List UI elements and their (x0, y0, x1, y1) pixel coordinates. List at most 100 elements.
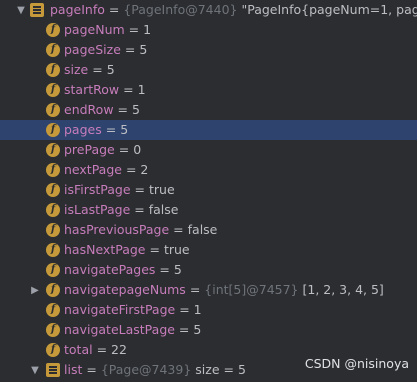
equals-sign: = (108, 2, 120, 17)
equals-sign: = (149, 242, 160, 257)
debugger-variables-panel: ▼ pageInfo = {PageInfo@7440} "PageInfo{p… (0, 0, 417, 382)
variable-value: false (148, 202, 179, 217)
equals-sign: = (117, 102, 129, 117)
variable-row-size[interactable]: f size = 5 (0, 60, 417, 80)
variable-row-hasNextPage[interactable]: f hasNextPage = true (0, 240, 417, 260)
variable-label: startRow = 1 (64, 80, 146, 100)
variable-label: hasNextPage = true (64, 240, 190, 260)
variable-name: nextPage (64, 162, 122, 177)
field-icon: f (46, 63, 60, 77)
variable-label: isFirstPage = true (64, 180, 175, 200)
variable-name: hasNextPage (64, 242, 146, 257)
variable-row-isFirstPage[interactable]: f isFirstPage = true (0, 180, 417, 200)
field-icon: f (46, 143, 60, 157)
variable-name: startRow (64, 82, 120, 97)
variable-value: 1 (193, 302, 202, 317)
expand-arrow-icon[interactable]: ▶ (30, 280, 40, 300)
variable-row-isLastPage[interactable]: f isLastPage = false (0, 200, 417, 220)
variable-value: true (149, 182, 175, 197)
variable-value: 5 (193, 322, 202, 337)
object-icon (30, 3, 44, 17)
list-icon (46, 363, 60, 377)
variable-name: pages (64, 122, 102, 137)
variable-value: "PageInfo{pageNum=1, pageSize=5, (241, 2, 417, 17)
variable-row-pageInfo[interactable]: ▼ pageInfo = {PageInfo@7440} "PageInfo{p… (0, 0, 417, 20)
variable-label: endRow = 5 (64, 100, 140, 120)
field-icon: f (46, 103, 60, 117)
variable-label: navigateFirstPage = 1 (64, 300, 202, 320)
field-icon: f (46, 303, 60, 317)
variable-value: 0 (133, 142, 142, 157)
variable-row-navigatePages[interactable]: f navigatePages = 5 (0, 260, 417, 280)
field-icon: f (46, 43, 60, 57)
variable-label: total = 22 (64, 340, 127, 360)
equals-sign: = (105, 122, 117, 137)
variable-name: pageInfo (50, 2, 105, 17)
field-icon: f (46, 83, 60, 97)
variable-value: 5 (132, 102, 140, 117)
variable-name: navigatepageNums (64, 282, 186, 297)
variable-name: pageSize (64, 42, 121, 57)
variable-label: pageInfo = {PageInfo@7440} "PageInfo{pag… (50, 0, 417, 20)
variable-value: size = 5 (195, 362, 246, 377)
variable-name: navigateFirstPage (64, 302, 176, 317)
field-icon: f (46, 163, 60, 177)
collapse-arrow-icon[interactable]: ▼ (16, 0, 26, 20)
equals-sign: = (118, 142, 130, 157)
variable-name: size (64, 62, 89, 77)
variable-row-nextPage[interactable]: f nextPage = 2 (0, 160, 417, 180)
variable-row-prePage[interactable]: f prePage = 0 (0, 140, 417, 160)
equals-sign: = (86, 362, 97, 377)
variable-name: prePage (64, 142, 115, 157)
variable-row-endRow[interactable]: f endRow = 5 (0, 100, 417, 120)
equals-sign: = (123, 82, 134, 97)
variable-ref: {int[5]@7457} (204, 282, 299, 297)
field-icon: f (46, 263, 60, 277)
variable-value: 5 (120, 122, 129, 137)
variable-ref: {PageInfo@7440} (123, 2, 238, 17)
variable-value: [1, 2, 3, 4, 5] (302, 282, 384, 297)
field-icon: f (46, 203, 60, 217)
field-icon: f (46, 183, 60, 197)
variable-row-pageSize[interactable]: f pageSize = 5 (0, 40, 417, 60)
variable-value: 5 (173, 262, 182, 277)
variable-name: hasPreviousPage (64, 222, 170, 237)
variable-value: 5 (139, 42, 148, 57)
equals-sign: = (179, 302, 190, 317)
equals-sign: = (125, 162, 137, 177)
variable-label: pageNum = 1 (64, 20, 151, 40)
variable-value: 2 (140, 162, 149, 177)
variable-value: 5 (106, 62, 115, 77)
variable-row-navigateLastPage[interactable]: f navigateLastPage = 5 (0, 320, 417, 340)
variable-label: navigateLastPage = 5 (64, 320, 201, 340)
variable-row-hasPreviousPage[interactable]: f hasPreviousPage = false (0, 220, 417, 240)
field-icon: f (46, 243, 60, 257)
variable-label: pages = 5 (64, 120, 128, 140)
variable-ref: {Page@7439} (100, 362, 192, 377)
variable-name: endRow (64, 102, 114, 117)
variable-row-pages[interactable]: f pages = 5 (0, 120, 417, 140)
variable-name: pageNum (64, 22, 125, 37)
equals-sign: = (134, 182, 146, 197)
variable-value: 22 (111, 342, 127, 357)
variable-row-pageNum[interactable]: f pageNum = 1 (0, 20, 417, 40)
variable-label: navigatePages = 5 (64, 260, 182, 280)
variable-label: navigatepageNums = {int[5]@7457} [1, 2, … (64, 280, 384, 300)
variable-value: 1 (143, 22, 152, 37)
variable-name: isFirstPage (64, 182, 131, 197)
field-icon: f (46, 23, 60, 37)
variable-label: size = 5 (64, 60, 115, 80)
equals-sign: = (128, 22, 140, 37)
equals-sign: = (189, 282, 201, 297)
variable-value: 1 (137, 82, 146, 97)
variable-row-navigateFirstPage[interactable]: f navigateFirstPage = 1 (0, 300, 417, 320)
variable-name: isLastPage (64, 202, 131, 217)
equals-sign: = (96, 342, 108, 357)
field-icon: f (46, 323, 60, 337)
variable-label: prePage = 0 (64, 140, 141, 160)
variable-name: list (64, 362, 83, 377)
equals-sign: = (92, 62, 103, 77)
variable-row-navigatepageNums[interactable]: ▶ f navigatepageNums = {int[5]@7457} [1, 2… (0, 280, 417, 300)
collapse-arrow-icon[interactable]: ▼ (30, 360, 40, 380)
variable-row-startRow[interactable]: f startRow = 1 (0, 80, 417, 100)
